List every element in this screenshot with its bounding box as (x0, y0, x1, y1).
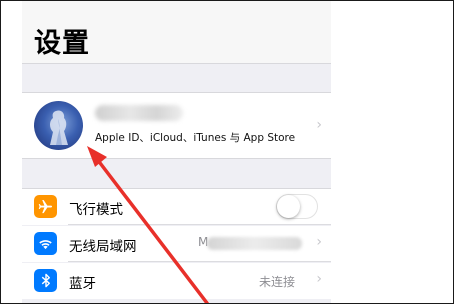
annotation-arrow (87, 146, 209, 303)
screenshot-frame: 设置 Apple ID、iCloud、iTunes 与 App Store › (0, 0, 454, 304)
